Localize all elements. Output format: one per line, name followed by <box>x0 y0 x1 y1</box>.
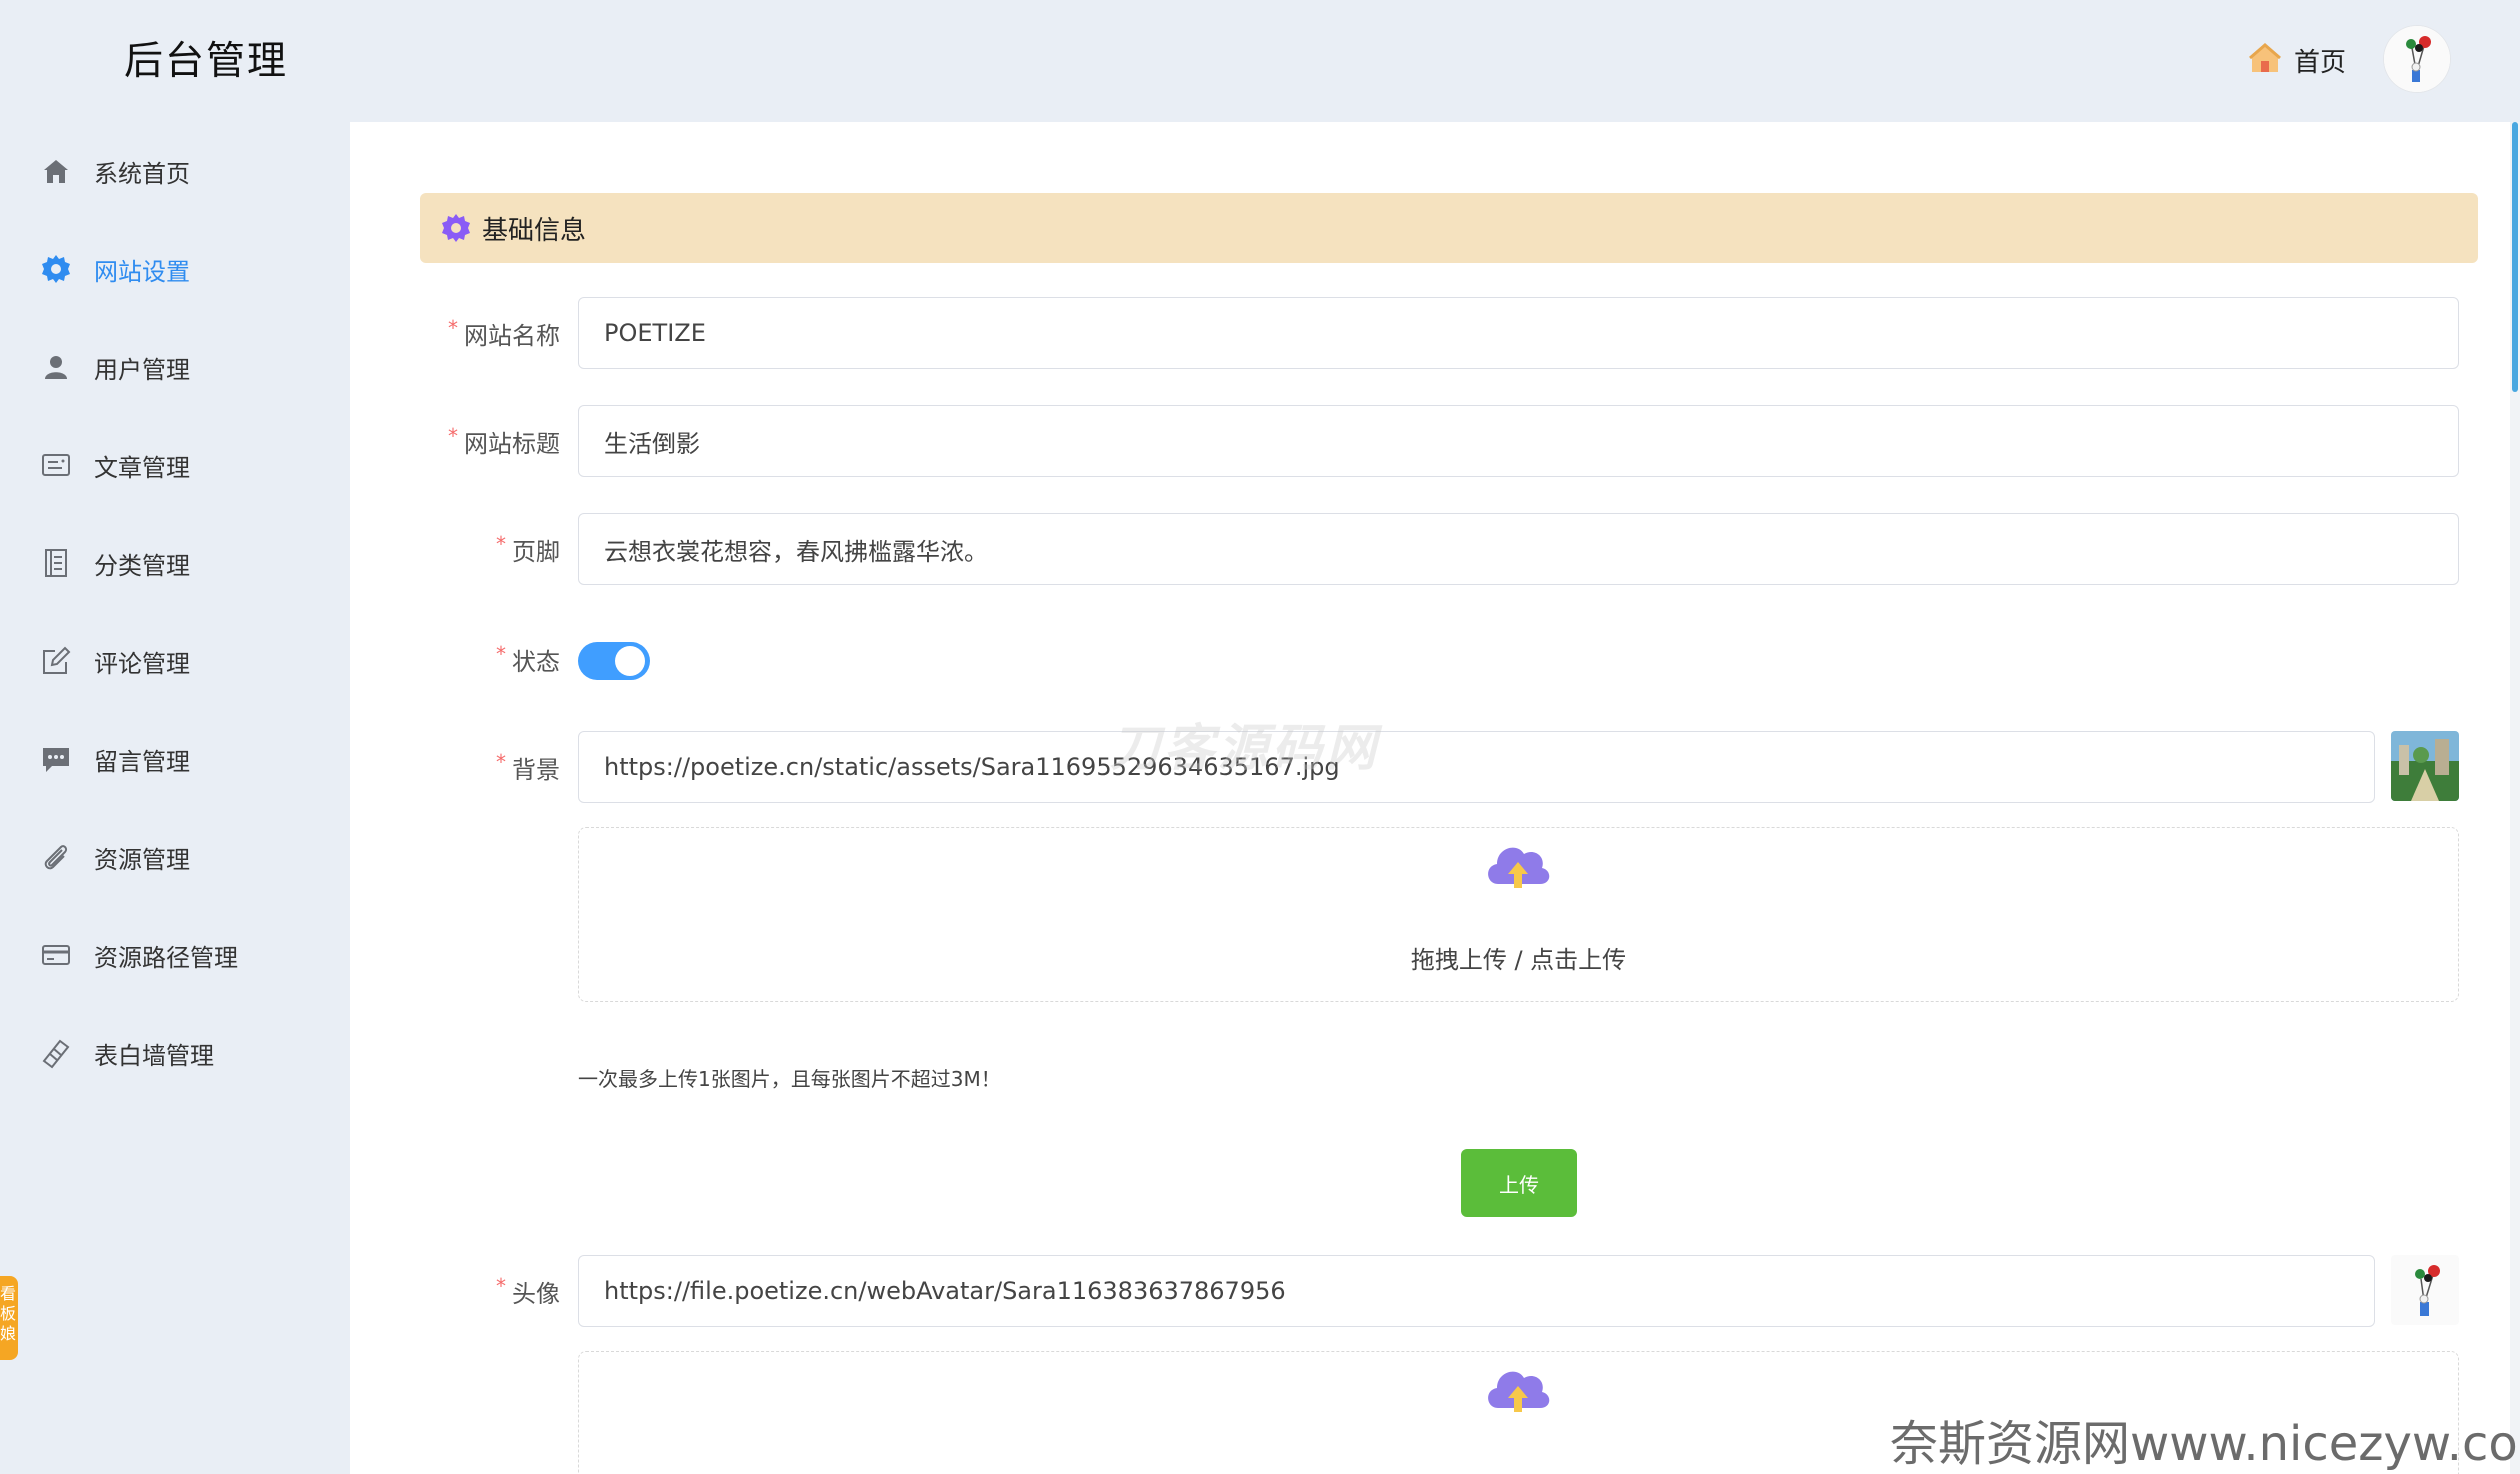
sidebar-item-label: 表白墙管理 <box>94 1041 214 1070</box>
watermark: 奈斯资源网www.nicezyw.com <box>1890 1416 2520 1472</box>
avatar-preview-image[interactable] <box>2391 1255 2459 1325</box>
cloud-upload-icon <box>1482 1358 1554 1424</box>
toggle-knob <box>615 646 645 676</box>
category-icon <box>40 547 72 579</box>
sidebar-item-label: 系统首页 <box>94 159 190 188</box>
background-label: * 背景 <box>496 750 560 784</box>
sidebar-item-label: 留言管理 <box>94 747 190 776</box>
article-icon <box>40 449 72 481</box>
sidebar: 系统首页 网站设置 用户管理 文章管理 分类管理 评论管理 留言管理 资源管理 … <box>0 122 350 1474</box>
sidebar-item-label: 资源管理 <box>94 845 190 874</box>
status-toggle[interactable] <box>578 642 650 680</box>
sidebar-item-messages[interactable]: 留言管理 <box>0 710 350 808</box>
section-header: 基础信息 <box>420 193 2478 263</box>
site-name-input[interactable] <box>578 297 2459 369</box>
background-preview-image[interactable] <box>2391 731 2459 801</box>
avatar-label: * 头像 <box>496 1274 560 1308</box>
app-title: 后台管理 <box>124 39 289 84</box>
ribbon-icon <box>40 1037 72 1069</box>
site-title-input[interactable] <box>578 405 2459 477</box>
top-header: 后台管理 首页 <box>0 0 2520 122</box>
home-icon <box>40 155 72 187</box>
upload-button[interactable]: 上传 <box>1461 1149 1577 1217</box>
sidebar-item-label: 分类管理 <box>94 551 190 580</box>
sidebar-item-label: 文章管理 <box>94 453 190 482</box>
sidebar-item-resource-paths[interactable]: 资源路径管理 <box>0 906 350 1004</box>
page-scrollbar[interactable] <box>2510 122 2520 1474</box>
sidebar-item-label: 资源路径管理 <box>94 943 238 972</box>
sidebar-item-label: 用户管理 <box>94 355 190 384</box>
sidebar-item-confession-wall[interactable]: 表白墙管理 <box>0 1004 350 1102</box>
paperclip-icon <box>40 841 72 873</box>
scrollbar-thumb[interactable] <box>2512 122 2518 392</box>
avatar-url-input[interactable] <box>578 1255 2375 1327</box>
upload-tip: 一次最多上传1张图片，且每张图片不超过3M！ <box>578 1067 1001 1091</box>
background-dropzone[interactable]: 拖拽上传 / 点击上传 <box>578 827 2459 1002</box>
house-icon <box>2248 41 2282 79</box>
live2d-tab[interactable]: 看板娘 <box>0 1276 18 1360</box>
cloud-upload-icon <box>1482 834 1554 900</box>
sidebar-item-resources[interactable]: 资源管理 <box>0 808 350 906</box>
background-url-input[interactable] <box>578 731 2375 803</box>
gear-icon <box>40 253 72 285</box>
site-title-label: * 网站标题 <box>448 424 560 458</box>
home-link-label: 首页 <box>2294 47 2347 78</box>
site-name-label: * 网站名称 <box>448 316 560 350</box>
user-avatar[interactable] <box>2384 26 2450 92</box>
sidebar-item-articles[interactable]: 文章管理 <box>0 416 350 514</box>
message-icon <box>40 743 72 775</box>
status-label: * 状态 <box>496 642 560 676</box>
sidebar-item-home[interactable]: 系统首页 <box>0 122 350 220</box>
gear-icon <box>440 212 472 248</box>
watermark: 刀客源码网 <box>1110 719 1380 777</box>
section-title: 基础信息 <box>482 215 587 246</box>
sidebar-item-label: 网站设置 <box>94 257 190 286</box>
home-link[interactable]: 首页 <box>2248 38 2346 82</box>
card-icon <box>40 939 72 971</box>
footer-label: * 页脚 <box>496 532 560 566</box>
settings-card: 基础信息 *网站名称 *网站标题 *页脚 *状态 *背景 <box>350 122 2510 1474</box>
sidebar-item-users[interactable]: 用户管理 <box>0 318 350 416</box>
footer-input[interactable] <box>578 513 2459 585</box>
user-icon <box>40 351 72 383</box>
edit-icon <box>40 645 72 677</box>
sidebar-item-comments[interactable]: 评论管理 <box>0 612 350 710</box>
sidebar-item-website-settings[interactable]: 网站设置 <box>0 220 350 318</box>
sidebar-item-categories[interactable]: 分类管理 <box>0 514 350 612</box>
sidebar-item-label: 评论管理 <box>94 649 190 678</box>
dropzone-text: 拖拽上传 / 点击上传 <box>1410 946 1627 974</box>
